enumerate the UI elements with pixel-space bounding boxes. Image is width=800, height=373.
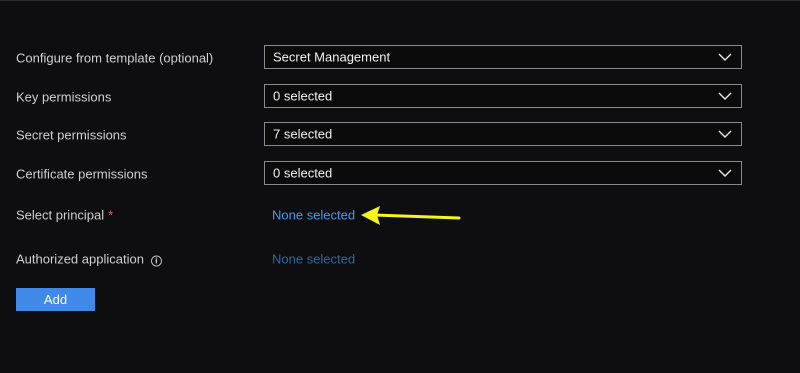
- certificate-permissions-row: Certificate permissions 0 selected: [16, 161, 744, 187]
- chevron-down-icon: [718, 92, 732, 100]
- principal-label: Select principal *: [16, 208, 113, 223]
- template-value: Secret Management: [273, 49, 391, 65]
- annotation-arrow-icon: [361, 206, 461, 225]
- key-permissions-value: 0 selected: [273, 88, 333, 104]
- info-icon[interactable]: i: [150, 255, 162, 267]
- secret-permissions-row: Secret permissions 7 selected: [16, 122, 744, 148]
- chevron-down-icon: [718, 130, 732, 138]
- key-permissions-label: Key permissions: [16, 89, 112, 105]
- authorized-application-label-text: Authorized application: [16, 251, 144, 267]
- authorized-application-link: None selected: [272, 251, 356, 267]
- template-row: Configure from template (optional) Secre…: [16, 45, 744, 71]
- authorized-application-label: Authorized application i: [16, 252, 162, 267]
- chevron-down-icon: [718, 53, 732, 61]
- principal-label-text: Select principal: [16, 207, 105, 223]
- template-label: Configure from template (optional): [16, 50, 214, 66]
- add-button[interactable]: Add: [16, 288, 95, 311]
- template-dropdown[interactable]: Secret Management: [264, 45, 742, 69]
- certificate-permissions-dropdown[interactable]: 0 selected: [264, 161, 742, 185]
- secret-permissions-label: Secret permissions: [16, 127, 127, 143]
- secret-permissions-value: 7 selected: [273, 126, 333, 142]
- certificate-permissions-value: 0 selected: [273, 165, 333, 181]
- key-permissions-dropdown[interactable]: 0 selected: [264, 84, 742, 108]
- chevron-down-icon: [718, 169, 732, 177]
- access-policy-panel: Configure from template (optional) Secre…: [0, 0, 800, 373]
- authorized-application-row: Authorized application i None selected: [16, 246, 744, 272]
- secret-permissions-dropdown[interactable]: 7 selected: [264, 122, 742, 146]
- required-marker: *: [108, 207, 114, 223]
- key-permissions-row: Key permissions 0 selected: [16, 84, 744, 110]
- certificate-permissions-label: Certificate permissions: [16, 166, 148, 182]
- select-principal-link[interactable]: None selected: [272, 208, 355, 223]
